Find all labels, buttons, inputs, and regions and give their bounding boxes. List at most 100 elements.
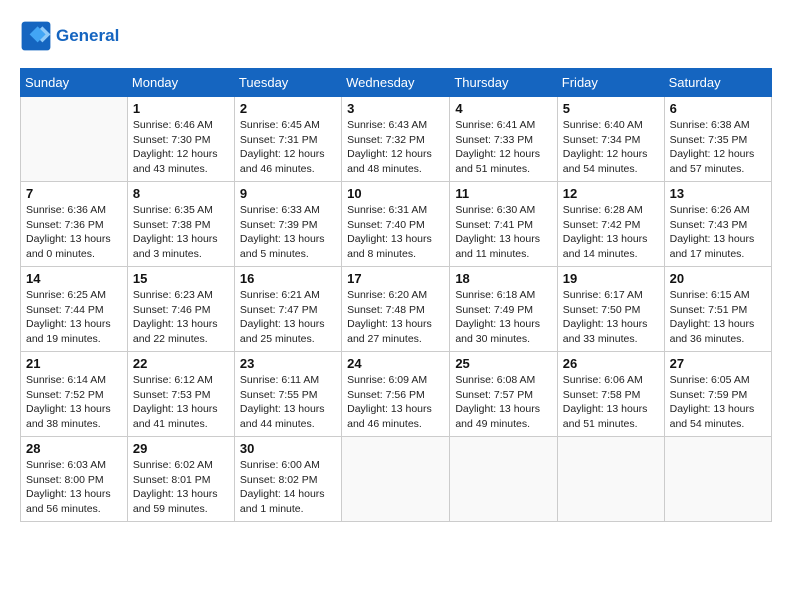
calendar-cell: 1 Sunrise: 6:46 AMSunset: 7:30 PMDaylight… [127,97,234,182]
calendar-cell [557,437,664,522]
day-info: Sunrise: 6:40 AMSunset: 7:34 PMDaylight:… [563,118,659,177]
week-row: 7 Sunrise: 6:36 AMSunset: 7:36 PMDaylight… [21,182,772,267]
calendar-cell: 5Sunrise: 6:40 AMSunset: 7:34 PMDaylight… [557,97,664,182]
calendar-cell: 13 Sunrise: 6:26 AMSunset: 7:43 PMDayligh… [664,182,771,267]
calendar-cell: 19 Sunrise: 6:17 AMSunset: 7:50 PMDayligh… [557,267,664,352]
day-number: 16 [240,271,336,286]
calendar-cell: 18 Sunrise: 6:18 AMSunset: 7:49 PMDayligh… [450,267,557,352]
calendar-cell [664,437,771,522]
calendar-cell: 10 Sunrise: 6:31 AMSunset: 7:40 PMDayligh… [342,182,450,267]
calendar-cell: 12 Sunrise: 6:28 AMSunset: 7:42 PMDayligh… [557,182,664,267]
day-info: Sunrise: 6:30 AMSunset: 7:41 PMDaylight:… [455,203,551,262]
calendar-cell: 30 Sunrise: 6:00 AMSunset: 8:02 PMDayligh… [234,437,341,522]
calendar-cell: 9 Sunrise: 6:33 AMSunset: 7:39 PMDaylight… [234,182,341,267]
day-number: 7 [26,186,122,201]
weekday-header: Thursday [450,69,557,97]
day-info: Sunrise: 6:05 AMSunset: 7:59 PMDaylight:… [670,373,766,432]
calendar-header-row: SundayMondayTuesdayWednesdayThursdayFrid… [21,69,772,97]
calendar-cell: 15 Sunrise: 6:23 AMSunset: 7:46 PMDayligh… [127,267,234,352]
day-number: 11 [455,186,551,201]
logo-icon [20,20,52,52]
day-number: 17 [347,271,444,286]
calendar-cell: 11 Sunrise: 6:30 AMSunset: 7:41 PMDayligh… [450,182,557,267]
day-number: 12 [563,186,659,201]
day-info: Sunrise: 6:35 AMSunset: 7:38 PMDaylight:… [133,203,229,262]
page-header: General [20,20,772,52]
day-info: Sunrise: 6:31 AMSunset: 7:40 PMDaylight:… [347,203,444,262]
day-number: 10 [347,186,444,201]
weekday-header: Wednesday [342,69,450,97]
calendar-cell: 14 Sunrise: 6:25 AMSunset: 7:44 PMDayligh… [21,267,128,352]
day-info: Sunrise: 6:00 AMSunset: 8:02 PMDaylight:… [240,458,336,517]
day-info: Sunrise: 6:28 AMSunset: 7:42 PMDaylight:… [563,203,659,262]
calendar-cell: 4Sunrise: 6:41 AMSunset: 7:33 PMDaylight… [450,97,557,182]
day-number: 14 [26,271,122,286]
day-number: 28 [26,441,122,456]
day-info: Sunrise: 6:33 AMSunset: 7:39 PMDaylight:… [240,203,336,262]
day-info: Sunrise: 6:43 AMSunset: 7:32 PMDaylight:… [347,118,444,177]
weekday-header: Sunday [21,69,128,97]
calendar-cell: 7 Sunrise: 6:36 AMSunset: 7:36 PMDaylight… [21,182,128,267]
day-number: 24 [347,356,444,371]
day-number: 30 [240,441,336,456]
calendar-cell: 3 Sunrise: 6:43 AMSunset: 7:32 PMDaylight… [342,97,450,182]
day-info: Sunrise: 6:17 AMSunset: 7:50 PMDaylight:… [563,288,659,347]
calendar-cell: 20Sunrise: 6:15 AMSunset: 7:51 PMDayligh… [664,267,771,352]
calendar-cell: 24Sunrise: 6:09 AMSunset: 7:56 PMDayligh… [342,352,450,437]
day-number: 15 [133,271,229,286]
day-info: Sunrise: 6:21 AMSunset: 7:47 PMDaylight:… [240,288,336,347]
calendar-cell: 22 Sunrise: 6:12 AMSunset: 7:53 PMDayligh… [127,352,234,437]
day-number: 18 [455,271,551,286]
week-row: 14 Sunrise: 6:25 AMSunset: 7:44 PMDayligh… [21,267,772,352]
day-info: Sunrise: 6:41 AMSunset: 7:33 PMDaylight:… [455,118,551,177]
weekday-header: Tuesday [234,69,341,97]
day-number: 3 [347,101,444,116]
day-info: Sunrise: 6:38 AMSunset: 7:35 PMDaylight:… [670,118,766,177]
day-number: 27 [670,356,766,371]
day-number: 21 [26,356,122,371]
day-number: 22 [133,356,229,371]
day-number: 29 [133,441,229,456]
calendar-cell: 6Sunrise: 6:38 AMSunset: 7:35 PMDaylight… [664,97,771,182]
calendar-cell: 8 Sunrise: 6:35 AMSunset: 7:38 PMDaylight… [127,182,234,267]
day-info: Sunrise: 6:18 AMSunset: 7:49 PMDaylight:… [455,288,551,347]
calendar-cell: 25Sunrise: 6:08 AMSunset: 7:57 PMDayligh… [450,352,557,437]
calendar-cell: 29 Sunrise: 6:02 AMSunset: 8:01 PMDayligh… [127,437,234,522]
day-info: Sunrise: 6:12 AMSunset: 7:53 PMDaylight:… [133,373,229,432]
logo-general: General [56,26,119,45]
weekday-header: Monday [127,69,234,97]
day-number: 9 [240,186,336,201]
calendar-cell [342,437,450,522]
calendar-cell: 27 Sunrise: 6:05 AMSunset: 7:59 PMDayligh… [664,352,771,437]
calendar-cell: 28 Sunrise: 6:03 AMSunset: 8:00 PMDayligh… [21,437,128,522]
day-info: Sunrise: 6:11 AMSunset: 7:55 PMDaylight:… [240,373,336,432]
day-info: Sunrise: 6:46 AMSunset: 7:30 PMDaylight:… [133,118,229,177]
week-row: 28 Sunrise: 6:03 AMSunset: 8:00 PMDayligh… [21,437,772,522]
calendar-cell: 17Sunrise: 6:20 AMSunset: 7:48 PMDayligh… [342,267,450,352]
day-number: 23 [240,356,336,371]
day-number: 26 [563,356,659,371]
calendar-cell: 16 Sunrise: 6:21 AMSunset: 7:47 PMDayligh… [234,267,341,352]
day-info: Sunrise: 6:45 AMSunset: 7:31 PMDaylight:… [240,118,336,177]
calendar-cell [450,437,557,522]
calendar-table: SundayMondayTuesdayWednesdayThursdayFrid… [20,68,772,522]
day-info: Sunrise: 6:23 AMSunset: 7:46 PMDaylight:… [133,288,229,347]
day-info: Sunrise: 6:14 AMSunset: 7:52 PMDaylight:… [26,373,122,432]
day-number: 1 [133,101,229,116]
day-info: Sunrise: 6:25 AMSunset: 7:44 PMDaylight:… [26,288,122,347]
logo-text: General [56,26,119,46]
day-number: 13 [670,186,766,201]
calendar-cell: 21 Sunrise: 6:14 AMSunset: 7:52 PMDayligh… [21,352,128,437]
day-info: Sunrise: 6:36 AMSunset: 7:36 PMDaylight:… [26,203,122,262]
week-row: 1 Sunrise: 6:46 AMSunset: 7:30 PMDaylight… [21,97,772,182]
day-number: 2 [240,101,336,116]
weekday-header: Friday [557,69,664,97]
day-info: Sunrise: 6:26 AMSunset: 7:43 PMDaylight:… [670,203,766,262]
day-number: 25 [455,356,551,371]
day-info: Sunrise: 6:02 AMSunset: 8:01 PMDaylight:… [133,458,229,517]
day-number: 8 [133,186,229,201]
day-info: Sunrise: 6:03 AMSunset: 8:00 PMDaylight:… [26,458,122,517]
weekday-header: Saturday [664,69,771,97]
day-number: 19 [563,271,659,286]
calendar-cell: 26Sunrise: 6:06 AMSunset: 7:58 PMDayligh… [557,352,664,437]
